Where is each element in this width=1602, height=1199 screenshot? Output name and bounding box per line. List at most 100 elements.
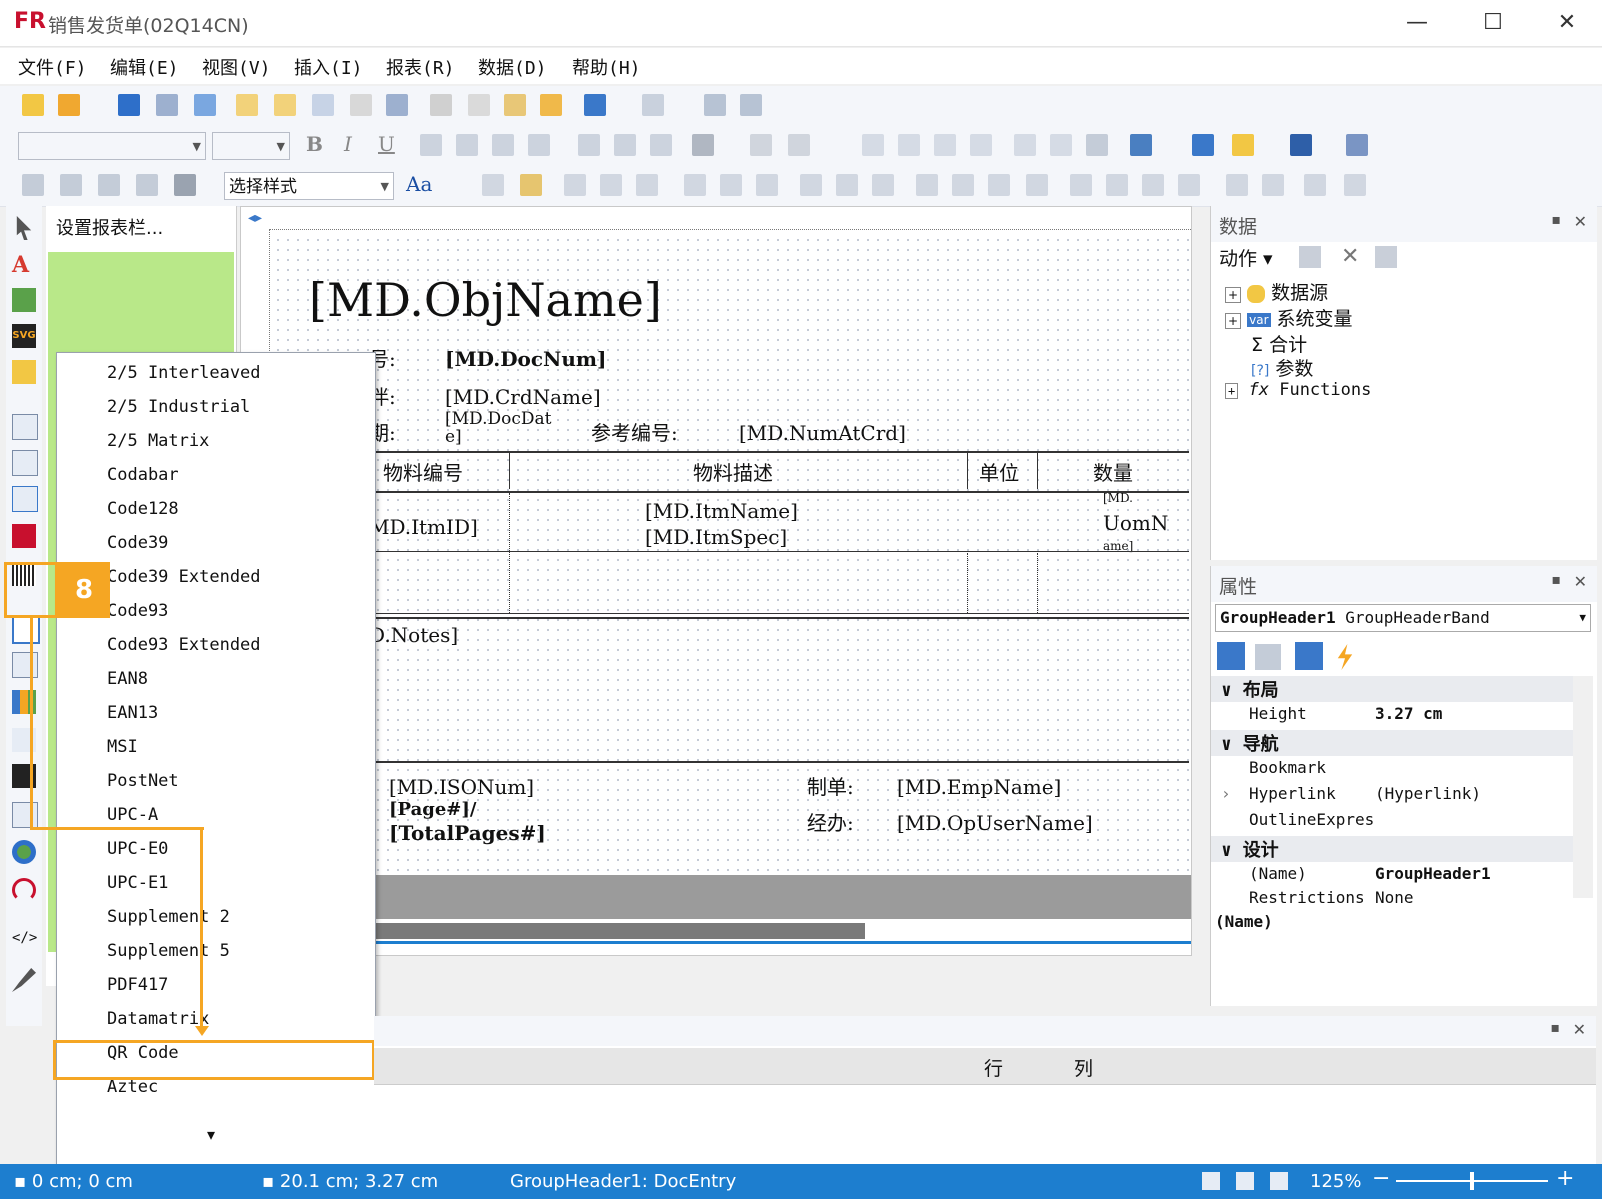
- col-item-code[interactable]: 物料编号: [383, 457, 463, 486]
- sort-az-icon[interactable]: [1255, 644, 1281, 670]
- space-h-icon[interactable]: [800, 174, 822, 196]
- item-spec-field[interactable]: [MD.ItmSpec]: [645, 525, 787, 549]
- barcode-item[interactable]: PostNet: [107, 771, 179, 791]
- object-selector[interactable]: GroupHeader1 GroupHeaderBand ▼: [1215, 604, 1591, 632]
- categorized-icon[interactable]: [1217, 642, 1245, 670]
- align-right-icon[interactable]: [492, 134, 514, 156]
- property-scrollbar[interactable]: [1573, 676, 1593, 898]
- align-middles-icon[interactable]: [600, 174, 622, 196]
- view-icon[interactable]: [1375, 246, 1397, 268]
- save-icon[interactable]: [118, 94, 140, 116]
- properties-icon[interactable]: [1295, 642, 1323, 670]
- resize-icon[interactable]: [60, 174, 82, 196]
- barcode-item[interactable]: Supplement 5: [107, 941, 230, 961]
- fill-color-icon[interactable]: [1130, 134, 1152, 156]
- ungroup-icon[interactable]: [740, 94, 762, 116]
- border-bottom-icon[interactable]: [898, 134, 920, 156]
- line-color-icon[interactable]: [1232, 134, 1254, 156]
- bold-button[interactable]: B: [306, 132, 323, 156]
- item-id-field[interactable]: MD.ItmID]: [369, 515, 478, 539]
- svg-object-icon[interactable]: SVG: [12, 324, 36, 348]
- uom-field-line1[interactable]: [MD.: [1103, 491, 1133, 505]
- barcode-item[interactable]: Aztec: [107, 1077, 158, 1097]
- barcode-item[interactable]: Codabar: [107, 465, 179, 485]
- report-page[interactable]: [MD.ObjName] 号: [MD.DocNum] 伴: [MD.CrdNa…: [273, 235, 1189, 875]
- panel-close-icon[interactable]: ✕: [1573, 1020, 1586, 1039]
- shape-object-icon[interactable]: [12, 360, 36, 384]
- tree-system-variables[interactable]: + var 系统变量: [1225, 304, 1353, 331]
- panel-close-icon[interactable]: ✕: [1574, 212, 1587, 231]
- barcode-item[interactable]: UPC-E0: [107, 839, 168, 859]
- center-page-v-icon[interactable]: [1262, 174, 1284, 196]
- cellular-text-icon[interactable]: [12, 652, 38, 678]
- matrix-object-icon[interactable]: [12, 486, 38, 512]
- copy-icon[interactable]: [468, 94, 490, 116]
- horizontal-scrollbar[interactable]: [269, 919, 1191, 941]
- center-page-h-icon[interactable]: [1226, 174, 1248, 196]
- total-pages-field[interactable]: [TotalPages#]: [389, 821, 546, 845]
- v-inc-icon[interactable]: [1106, 174, 1128, 196]
- pointer-icon[interactable]: [16, 216, 32, 240]
- scrollbar-thumb[interactable]: [365, 923, 865, 939]
- barcode-item[interactable]: Code128: [107, 499, 179, 519]
- barcode-item[interactable]: Code93 Extended: [107, 635, 261, 655]
- view-layout-icon[interactable]: [1202, 1172, 1220, 1190]
- align-centers-icon[interactable]: [520, 174, 542, 196]
- inc-space-icon[interactable]: [916, 174, 938, 196]
- item-name-field[interactable]: [MD.ItmName]: [645, 499, 798, 523]
- undo-icon[interactable]: [584, 94, 606, 116]
- remove-space-icon[interactable]: [988, 174, 1010, 196]
- line-style-icon[interactable]: [1346, 134, 1368, 156]
- redo-icon[interactable]: [642, 94, 664, 116]
- section-navigation[interactable]: ∨ 导航: [1211, 730, 1573, 756]
- highlight-icon[interactable]: [750, 134, 772, 156]
- barcode-item[interactable]: 2/5 Industrial: [107, 397, 250, 417]
- zoom-out-button[interactable]: −: [1372, 1166, 1390, 1191]
- barcode-item[interactable]: Supplement 2: [107, 907, 230, 927]
- valign-top-icon[interactable]: [578, 134, 600, 156]
- barcode-item[interactable]: 2/5 Interleaved: [107, 363, 261, 383]
- border-right-icon[interactable]: [970, 134, 992, 156]
- preview-icon[interactable]: [194, 94, 216, 116]
- barcode-item[interactable]: EAN8: [107, 669, 148, 689]
- text-color-icon[interactable]: [692, 134, 714, 156]
- border-all-icon[interactable]: [1014, 134, 1036, 156]
- v-space-icon[interactable]: [1070, 174, 1092, 196]
- underline-button[interactable]: U: [378, 132, 395, 156]
- maker-label[interactable]: 制单:: [807, 771, 854, 800]
- center-h-icon[interactable]: [872, 174, 894, 196]
- minimize-button[interactable]: —: [1400, 6, 1434, 40]
- menu-file[interactable]: 文件(F): [18, 54, 87, 80]
- zoom-in-button[interactable]: +: [1556, 1166, 1574, 1191]
- tree-totals[interactable]: Σ 合计: [1251, 330, 1307, 357]
- dialog-object-icon[interactable]: [12, 802, 38, 828]
- op-user-field[interactable]: [MD.OpUserName]: [897, 811, 1093, 835]
- view-code-icon[interactable]: [1270, 1172, 1288, 1190]
- font-size-combo[interactable]: ▼: [212, 132, 290, 160]
- tree-datasource[interactable]: + 数据源: [1225, 278, 1328, 305]
- line-width-icon[interactable]: [1290, 134, 1312, 156]
- new-dialog-icon[interactable]: [274, 94, 296, 116]
- ruler-toggle-icon[interactable]: ◂▸: [241, 207, 269, 229]
- menu-view[interactable]: 视图(V): [202, 54, 271, 80]
- menu-edit[interactable]: 编辑(E): [110, 54, 179, 80]
- align-justify-icon[interactable]: [528, 134, 550, 156]
- partner-field[interactable]: [MD.CrdName]: [445, 385, 601, 409]
- text-object-icon[interactable]: A: [12, 252, 36, 278]
- align-bottoms-icon[interactable]: [636, 174, 658, 196]
- ref-number-label[interactable]: 参考编号:: [591, 417, 678, 446]
- col-qty[interactable]: 数量: [1093, 457, 1133, 486]
- events-icon[interactable]: [1337, 644, 1353, 670]
- new-page-icon[interactable]: [236, 94, 258, 116]
- prop-hyperlink-value[interactable]: (Hyperlink): [1375, 784, 1481, 803]
- valign-middle-icon[interactable]: [614, 134, 636, 156]
- notes-field[interactable]: D.Notes]: [369, 623, 458, 647]
- prop-height-value[interactable]: 3.27 cm: [1375, 704, 1442, 723]
- italic-button[interactable]: I: [344, 132, 352, 156]
- pin-icon[interactable]: ▪: [1552, 212, 1562, 228]
- cut-icon[interactable]: [430, 94, 452, 116]
- panel-close-icon[interactable]: ✕: [1574, 572, 1587, 591]
- page-settings-icon[interactable]: [386, 94, 408, 116]
- barcode-item[interactable]: EAN13: [107, 703, 158, 723]
- barcode-item[interactable]: 2/5 Matrix: [107, 431, 209, 451]
